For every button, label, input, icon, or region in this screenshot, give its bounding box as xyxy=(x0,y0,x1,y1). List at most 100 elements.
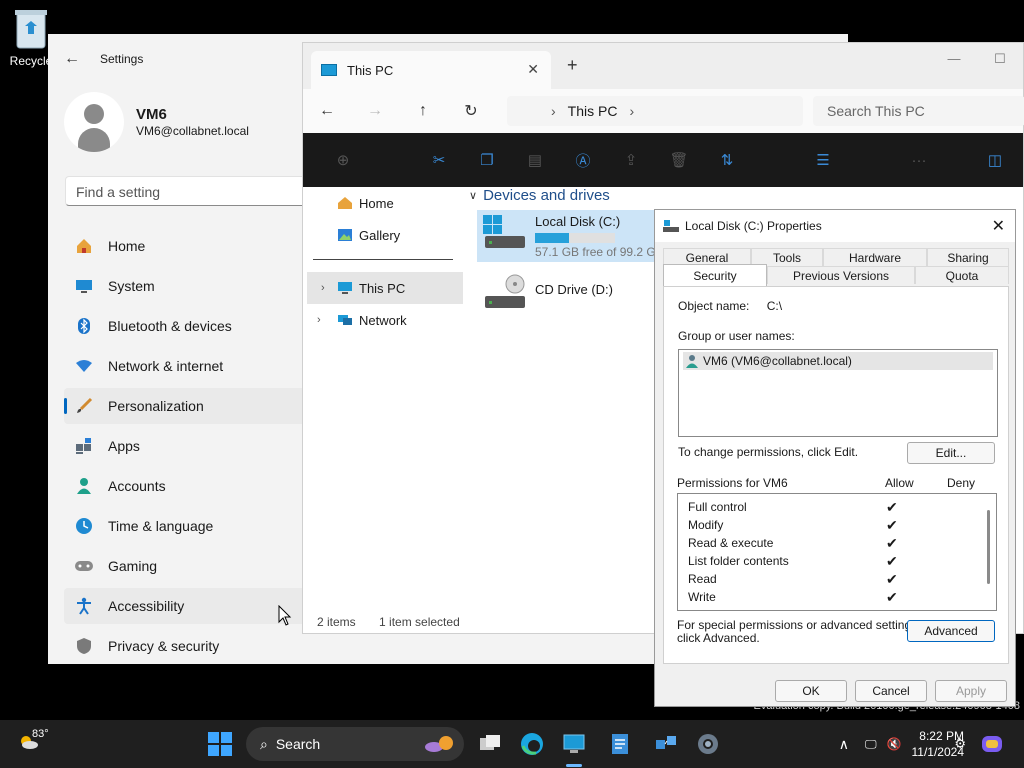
share-icon[interactable]: ⇪ xyxy=(607,151,655,169)
nav-item-accounts[interactable]: Accounts xyxy=(64,468,316,504)
network-icon xyxy=(338,315,352,325)
chevron-up-icon[interactable]: ∧ xyxy=(839,736,849,753)
user-name: VM6 xyxy=(136,106,167,123)
sidebar-item-network[interactable]: › Network xyxy=(303,304,463,336)
sidebar-item-this-pc[interactable]: › This PC xyxy=(307,272,463,304)
nav-item-privacy-security[interactable]: Privacy & security xyxy=(64,628,316,664)
tab-hardware[interactable]: Hardware xyxy=(823,248,927,266)
taskbar-search[interactable]: ⌕ Search xyxy=(246,727,464,761)
drive-item-c[interactable]: Local Disk (C:) 57.1 GB free of 99.2 GB xyxy=(477,210,664,262)
settings-nav: Home System Bluetooth & devices Network … xyxy=(64,228,316,668)
nav-item-bluetooth[interactable]: Bluetooth & devices xyxy=(64,308,316,344)
display-icon[interactable]: 🖵 xyxy=(865,737,877,752)
rename-icon[interactable]: Ⓐ xyxy=(559,150,607,171)
find-setting-input[interactable]: Find a setting xyxy=(65,176,315,206)
notification-icon[interactable]: ⚙ xyxy=(954,736,966,752)
refresh-icon[interactable]: ↻ xyxy=(447,101,495,121)
clock-globe-icon xyxy=(74,516,94,536)
apply-button[interactable]: Apply xyxy=(935,680,1007,702)
sort-icon[interactable]: ⇅ xyxy=(703,151,751,169)
volume-muted-icon[interactable]: 🔇 xyxy=(887,737,902,751)
permissions-list[interactable]: Full control ✔ Modify ✔ Read & execute ✔ Li… xyxy=(677,493,997,611)
tab-quota[interactable]: Quota xyxy=(915,266,1009,284)
details-pane-icon[interactable]: ◫ xyxy=(971,151,1019,169)
chevron-down-icon: ∨ xyxy=(469,190,478,202)
minimize-button[interactable]: — xyxy=(931,51,977,67)
accessibility-icon xyxy=(74,596,94,616)
allow-check-icon: ✔ xyxy=(886,570,898,587)
taskbar: 83° ⌕ Search ∧ 🖵 🔇 8:22 PM 11/1/2024 ⚙ xyxy=(0,720,1024,768)
nav-item-time-language[interactable]: Time & language xyxy=(64,508,316,544)
accounts-icon xyxy=(74,476,94,496)
search-this-pc-input[interactable]: Search This PC xyxy=(813,96,1024,126)
copy-icon[interactable]: ❐ xyxy=(463,151,511,169)
forward-arrow-icon[interactable]: → xyxy=(351,102,399,120)
sidebar-item-home[interactable]: Home xyxy=(303,187,463,219)
back-arrow-icon[interactable]: ← xyxy=(303,102,351,120)
breadcrumb[interactable]: › This PC › xyxy=(507,96,803,126)
weather-widget[interactable]: 83° xyxy=(18,728,49,749)
close-tab-icon[interactable]: ✕ xyxy=(527,61,539,78)
permissions-scrollbar[interactable] xyxy=(987,510,990,584)
nav-label: Home xyxy=(108,238,146,254)
object-name-value: C:\ xyxy=(766,299,783,313)
permission-row: Modify ✔ xyxy=(678,516,996,534)
edit-button[interactable]: Edit... xyxy=(907,442,995,464)
brush-icon xyxy=(74,396,94,416)
properties-dialog: Local Disk (C:) Properties ✕ General Too… xyxy=(654,209,1016,707)
notepad-icon[interactable] xyxy=(608,732,632,756)
more-icon[interactable]: ··· xyxy=(895,152,943,169)
chevron-right-icon[interactable]: › xyxy=(321,282,325,294)
nav-item-home[interactable]: Home xyxy=(64,228,316,264)
address-bar-row: ← → ↑ ↻ › This PC › Search This PC xyxy=(303,89,1024,133)
permission-name: Write xyxy=(688,590,716,604)
task-view-icon[interactable] xyxy=(478,732,502,756)
nav-item-system[interactable]: System xyxy=(64,268,316,304)
sidebar-label: This PC xyxy=(359,280,406,296)
cancel-button[interactable]: Cancel xyxy=(855,680,927,702)
close-icon[interactable]: ✕ xyxy=(992,216,1005,236)
maximize-button[interactable]: ☐ xyxy=(977,51,1023,67)
tab-previous-versions[interactable]: Previous Versions xyxy=(767,266,915,284)
new-tab-button[interactable]: + xyxy=(567,55,578,76)
ok-button[interactable]: OK xyxy=(775,680,847,702)
permission-row: Write ✔ xyxy=(678,588,996,606)
edge-icon[interactable] xyxy=(520,732,544,756)
nav-item-personalization[interactable]: Personalization xyxy=(64,388,316,424)
tab-sharing[interactable]: Sharing xyxy=(927,248,1009,266)
file-explorer-taskbar-icon[interactable] xyxy=(562,732,586,756)
view-icon[interactable]: ☰ xyxy=(799,151,847,169)
sidebar-label: Gallery xyxy=(359,227,401,243)
advanced-button[interactable]: Advanced xyxy=(907,620,995,642)
drive-item-d[interactable]: CD Drive (D:) xyxy=(477,270,657,322)
list-item[interactable]: VM6 (VM6@collabnet.local) xyxy=(683,352,993,370)
back-arrow-icon[interactable]: ← xyxy=(64,50,80,68)
paste-icon[interactable]: ▤ xyxy=(511,151,559,169)
cut-icon[interactable]: ✂ xyxy=(415,151,463,169)
permission-name: Read xyxy=(688,572,717,586)
nav-label: Gaming xyxy=(108,558,158,574)
nav-item-gaming[interactable]: Gaming xyxy=(64,548,316,584)
delete-icon[interactable]: 🗑 xyxy=(655,151,703,169)
copilot-icon[interactable] xyxy=(980,732,1004,756)
up-arrow-icon[interactable]: ↑ xyxy=(399,102,447,120)
active-app-indicator xyxy=(566,764,582,767)
chevron-right-icon[interactable]: › xyxy=(317,314,321,326)
tab-this-pc[interactable]: This PC ✕ xyxy=(311,51,551,89)
tab-security[interactable]: Security xyxy=(663,264,767,286)
monitor-icon xyxy=(338,282,352,294)
permission-name: Full control xyxy=(688,500,747,514)
chevron-right-icon: › xyxy=(551,103,556,119)
tab-title: This PC xyxy=(347,62,394,78)
nav-item-network[interactable]: Network & internet xyxy=(64,348,316,384)
start-button[interactable] xyxy=(208,732,232,756)
sidebar-item-gallery[interactable]: Gallery xyxy=(303,219,463,251)
new-icon[interactable]: ⊕ xyxy=(319,151,367,169)
group-user-list[interactable]: VM6 (VM6@collabnet.local) xyxy=(678,349,998,437)
nav-item-apps[interactable]: Apps xyxy=(64,428,316,464)
drive-free-space: 57.1 GB free of 99.2 GB xyxy=(535,245,664,259)
shield-icon xyxy=(74,636,94,656)
network-app-icon[interactable] xyxy=(654,732,678,756)
settings-gear-icon[interactable] xyxy=(696,732,720,756)
devices-drives-group-header[interactable]: ∨ Devices and drives xyxy=(469,187,657,204)
